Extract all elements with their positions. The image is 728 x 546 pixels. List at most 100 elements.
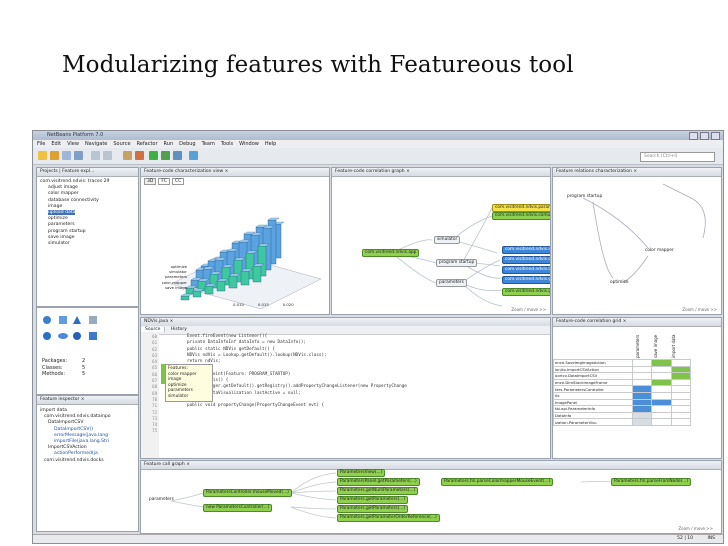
code-line[interactable]: WindowManager.getDefault().getRegistry()… xyxy=(187,384,407,390)
menu-debug[interactable]: Debug xyxy=(179,140,195,148)
grid-row[interactable]: DataInfo xyxy=(553,411,692,420)
inspector-panel: Feature inspector × import data com.visi… xyxy=(36,395,139,532)
axis-values: 0.010 0.015 0.020 xyxy=(233,302,294,307)
graph-node[interactable]: com.visitrend.ndvis.comu xyxy=(492,212,550,220)
menu-window[interactable]: Window xyxy=(239,140,259,148)
featureous-trace-icon[interactable] xyxy=(189,151,198,160)
redo-icon[interactable] xyxy=(103,151,112,160)
menu-navigate[interactable]: Navigate xyxy=(85,140,107,148)
grid-row[interactable]: ters.ParametersController xyxy=(553,385,692,393)
relation-node[interactable]: color mapper xyxy=(643,248,676,254)
call-node[interactable]: ParametersView(...) xyxy=(337,469,386,477)
graph-node[interactable]: com.visitrend.ndvis.gui.pd xyxy=(502,276,550,284)
call-node[interactable]: new ParametersController(...) xyxy=(203,504,273,512)
grid-row[interactable]: ence.DimStackImageFrame xyxy=(553,378,692,387)
palette-icon[interactable] xyxy=(73,332,81,340)
undo-icon[interactable] xyxy=(91,151,100,160)
menu-source[interactable]: Source xyxy=(113,140,130,148)
new-file-icon[interactable] xyxy=(38,151,47,160)
grid-cell xyxy=(670,359,692,367)
graph-node[interactable]: program startup xyxy=(436,259,478,267)
tab-correlation-grid[interactable]: Feature-code correlation grid × xyxy=(553,318,721,327)
relation-node[interactable]: optimize xyxy=(608,280,631,286)
tree-item-selected[interactable]: upload data xyxy=(48,210,76,216)
new-project-icon[interactable] xyxy=(50,151,59,160)
graph-node[interactable]: parameters xyxy=(436,279,467,287)
call-node[interactable]: Parameters.getParameters(...) xyxy=(337,496,409,504)
graph-node[interactable]: simulator xyxy=(434,236,461,244)
slide-title: Modularizing features with Featureous to… xyxy=(62,52,574,78)
graph-node[interactable]: com.visitrend.ndvis.optm xyxy=(502,256,550,264)
call-graph-panel: Feature call graph × parameters Paramete… xyxy=(140,460,722,534)
zoom-hint: Zoom / move >> xyxy=(682,307,717,312)
maximize-button[interactable] xyxy=(700,132,709,140)
grid-row[interactable]: tbl.api.ParameterInfo xyxy=(553,405,692,413)
relation-node[interactable]: program startup xyxy=(565,194,604,200)
grid-row[interactable]: ImagePanel xyxy=(553,398,692,407)
grid-cell xyxy=(670,378,692,387)
palette-icon[interactable] xyxy=(43,332,51,340)
tab-projects[interactable]: Projects | Feature expl... xyxy=(37,168,138,177)
grid-row[interactable]: lts xyxy=(553,391,692,400)
menu-refactor[interactable]: Refactor xyxy=(137,140,158,148)
debug-icon[interactable] xyxy=(161,151,170,160)
graph-node[interactable]: com.visitrend.ndvis.gui.pd xyxy=(502,288,550,296)
tree-item[interactable]: simulator xyxy=(40,241,109,247)
minimize-button[interactable] xyxy=(689,132,698,140)
call-node[interactable]: Parameters.fnl.parseColormapperMouseEven… xyxy=(441,478,554,486)
save-all-icon[interactable] xyxy=(74,151,83,160)
tab-characterization[interactable]: Feature-code characterization view × xyxy=(141,168,329,177)
call-node[interactable]: Parameters.getNumParameters(...) xyxy=(337,487,419,495)
grid-row[interactable]: ization.ParameterVisu xyxy=(553,418,692,426)
call-node[interactable]: ParametersPanel.getParameters(...) xyxy=(337,478,420,486)
grid-row[interactable]: ion/to.ImportCSVAction xyxy=(553,365,692,374)
grid-row-label: ters.ParametersController xyxy=(553,385,633,393)
call-graph-edges xyxy=(170,472,612,519)
search-input[interactable]: Search (Ctrl+I) xyxy=(640,152,715,162)
call-node[interactable]: Parameters.getParameters(...) xyxy=(337,505,409,513)
graph-node[interactable]: com.visitrend.ndvis.app xyxy=(362,249,420,257)
call-node[interactable]: Parameters.fnl.parseFromNode(...) xyxy=(611,478,692,486)
call-node[interactable]: ParametersController.mouseMoved(...) xyxy=(203,489,292,497)
graph-node[interactable]: com.visitrend.ndvis.img xyxy=(502,246,550,254)
grid-row-label: ence.SaveImgImageAction xyxy=(553,359,633,367)
tree-item[interactable]: com.visitrend.ndvis.docks xyxy=(40,458,111,464)
palette-icon[interactable] xyxy=(59,316,67,324)
menu-help[interactable]: Help xyxy=(265,140,276,148)
bar xyxy=(216,280,226,292)
open-project-icon[interactable] xyxy=(62,151,71,160)
bar xyxy=(180,295,190,301)
graph-node[interactable]: com.visitrend.ndvis.layer.web xyxy=(502,266,550,274)
menu-team[interactable]: Team xyxy=(202,140,215,148)
graph-node[interactable]: com.visitrend.ndvis.parameters xyxy=(492,204,550,212)
axis-value: 0.020 xyxy=(282,302,294,307)
grid-row[interactable]: ence.SaveImgImageAction xyxy=(553,359,692,367)
profile-icon[interactable] xyxy=(173,151,182,160)
grid-row[interactable]: oortcv.DataImportCSV xyxy=(553,372,692,380)
menu-edit[interactable]: Edit xyxy=(51,140,61,148)
palette-icon[interactable] xyxy=(89,316,97,324)
call-node[interactable]: parameters xyxy=(147,497,176,503)
grid-cell xyxy=(631,378,653,387)
palette-icon[interactable] xyxy=(89,332,97,340)
close-button[interactable] xyxy=(711,132,720,140)
call-node[interactable]: Parameters.getParameterOrderReference(..… xyxy=(337,514,440,522)
menu-file[interactable]: File xyxy=(37,140,45,148)
bar xyxy=(192,290,202,298)
palette-icon[interactable] xyxy=(43,316,51,324)
code-line[interactable]: public void propertyChange(PropertyChang… xyxy=(187,403,407,409)
build-icon[interactable] xyxy=(123,151,132,160)
line-number: 75 xyxy=(152,428,157,434)
clean-build-icon[interactable] xyxy=(135,151,144,160)
tab-history[interactable]: History xyxy=(167,327,191,332)
characterization-view: Feature-code characterization view × 3D … xyxy=(140,167,330,315)
menu-tools[interactable]: Tools xyxy=(221,140,233,148)
tab-feature-inspector[interactable]: Feature inspector × xyxy=(37,396,138,405)
menu-view[interactable]: View xyxy=(67,140,79,148)
menu-run[interactable]: Run xyxy=(164,140,174,148)
run-icon[interactable] xyxy=(149,151,158,160)
palette-icon[interactable] xyxy=(58,333,68,339)
palette-icon[interactable] xyxy=(73,316,81,324)
grid-cell xyxy=(651,405,672,413)
tab-source[interactable]: Source xyxy=(141,327,166,332)
